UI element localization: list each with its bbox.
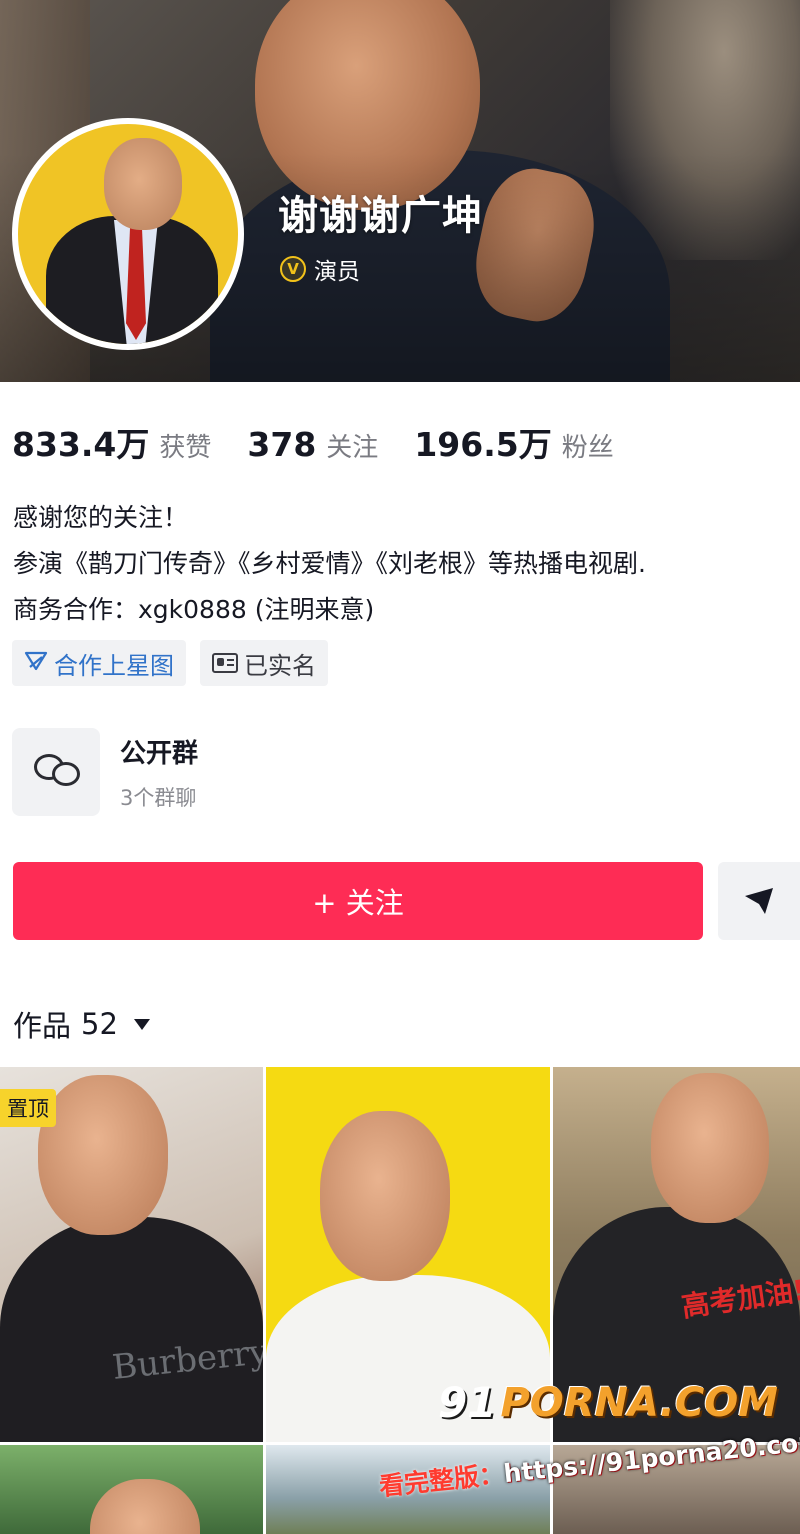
verify-row: V 演员 — [280, 252, 360, 286]
stat-likes-value: 833.4万 — [12, 425, 150, 464]
stat-likes-label: 获赞 — [159, 433, 212, 463]
real-name-label: 已实名 — [244, 651, 316, 680]
stat-followers[interactable]: 196.5万 粉丝 — [414, 418, 613, 466]
stat-followers-label: 粉丝 — [561, 433, 614, 463]
real-name-tag[interactable]: 已实名 — [200, 640, 328, 686]
avatar-head — [104, 138, 182, 230]
star-map-icon — [24, 649, 48, 677]
profile-cover: 谢谢谢广坤 V 演员 — [0, 0, 800, 382]
stat-following[interactable]: 378 关注 — [247, 425, 378, 464]
star-map-tag[interactable]: 合作上星图 — [12, 640, 186, 686]
video-thumbnail[interactable]: 高考加油! — [553, 1067, 800, 1442]
video-thumbnail[interactable] — [266, 1067, 550, 1442]
works-label: 作品 — [13, 1009, 72, 1043]
chat-bubbles-icon — [12, 728, 100, 816]
send-icon — [745, 888, 773, 914]
video-thumbnail[interactable] — [553, 1445, 800, 1534]
group-subtitle: 3个群聊 — [120, 785, 197, 810]
works-tab[interactable]: 作品 52 — [13, 1003, 150, 1045]
star-map-label: 合作上星图 — [54, 651, 174, 680]
profile-bio: 感谢您的关注！ 参演《鹊刀门传奇》《乡村爱情》《刘老根》等热播电视剧. 商务合作… — [13, 495, 646, 633]
stat-likes[interactable]: 833.4万 获赞 — [12, 418, 211, 466]
verified-icon: V — [280, 256, 306, 282]
video-thumbnail[interactable] — [0, 1445, 263, 1534]
video-thumbnail[interactable]: Burberrys 置顶 — [0, 1067, 263, 1442]
bio-line-3: 商务合作：xgk0888 (注明来意) — [13, 595, 375, 624]
works-count: 52 — [81, 1007, 118, 1041]
avatar[interactable] — [12, 118, 244, 350]
verify-label: 演员 — [314, 259, 360, 285]
bio-line-2: 参演《鹊刀门传奇》《乡村爱情》《刘老根》等热播电视剧. — [13, 549, 646, 578]
id-card-icon — [212, 653, 238, 673]
stats-row: 833.4万 获赞 378 关注 196.5万 粉丝 — [12, 418, 650, 466]
pinned-badge: 置顶 — [0, 1089, 56, 1127]
follow-button[interactable]: + 关注 — [13, 862, 703, 940]
caret-down-icon — [133, 1018, 150, 1030]
bio-line-1: 感谢您的关注！ — [13, 503, 189, 532]
stat-following-label: 关注 — [326, 433, 379, 463]
profile-name: 谢谢谢广坤 — [278, 193, 483, 239]
share-button[interactable] — [718, 862, 800, 940]
public-group-entry[interactable]: 公开群 3个群聊 — [12, 728, 198, 816]
video-grid: Burberrys 置顶 高考加油! — [0, 1067, 800, 1534]
profile-tags: 合作上星图 已实名 — [12, 640, 328, 686]
group-title: 公开群 — [120, 738, 199, 769]
video-thumbnail[interactable] — [266, 1445, 550, 1534]
stat-following-value: 378 — [247, 425, 317, 464]
stat-followers-value: 196.5万 — [414, 425, 552, 464]
